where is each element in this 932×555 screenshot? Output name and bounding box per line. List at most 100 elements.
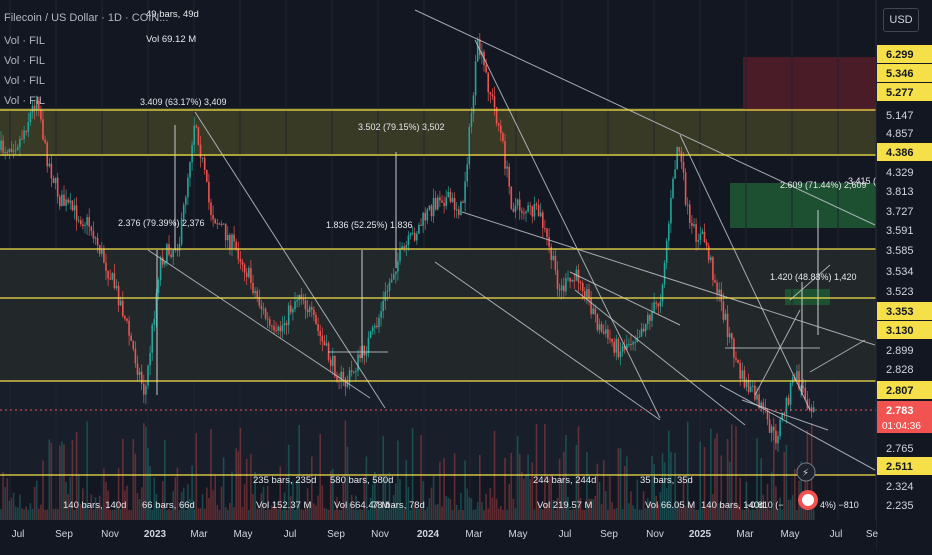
candle-body — [739, 362, 741, 379]
time-tick: Sep — [600, 529, 618, 540]
candle-body — [222, 223, 225, 225]
time-tick: 2024 — [417, 529, 440, 540]
vol-indicator-1[interactable]: Vol · FIL — [4, 35, 45, 47]
candle-body — [777, 436, 779, 444]
volume-bar — [197, 508, 200, 520]
candle-body — [359, 354, 361, 359]
volume-bar — [229, 502, 231, 520]
volume-bar — [405, 460, 408, 520]
candle-body — [214, 219, 216, 224]
candle-body — [321, 335, 324, 342]
time-tick: Jul — [559, 529, 572, 540]
price-tick: 3.534 — [886, 266, 914, 278]
price-tick: 2.765 — [886, 443, 914, 455]
volume-bar — [479, 454, 481, 520]
time-tick: May — [234, 529, 253, 540]
volume-bar — [743, 509, 746, 520]
candle-body — [8, 148, 11, 153]
candle-body — [197, 127, 200, 145]
volume-bar — [794, 469, 796, 520]
candle-body — [63, 194, 65, 206]
time-tick: Nov — [371, 529, 389, 540]
candle-body — [185, 197, 187, 205]
volume-bar — [531, 462, 534, 520]
candle-body — [279, 326, 282, 332]
candle-body — [506, 166, 508, 169]
volume-bar — [472, 509, 475, 520]
candle-body — [245, 272, 248, 277]
candle-body — [659, 301, 662, 307]
vol-indicator-2[interactable]: Vol · FIL — [4, 55, 45, 67]
volume-bar — [327, 509, 330, 520]
candle-body — [785, 397, 788, 414]
price-tick: 3.727 — [886, 206, 914, 218]
candle-body — [12, 150, 15, 152]
candle-body — [237, 248, 240, 260]
lightning-glyph: ⚡ — [802, 468, 809, 479]
candle-body — [302, 299, 305, 301]
bar-range-label: 35 bars, 35d — [640, 475, 693, 486]
symbol-title[interactable]: Filecoin / US Dollar · 1D · COIN... — [4, 12, 168, 24]
candle-body — [670, 197, 672, 224]
candle-body — [552, 255, 555, 261]
candle-body — [590, 297, 592, 315]
candle-body — [451, 197, 454, 202]
volume-bar — [754, 509, 756, 520]
candle-body — [714, 280, 716, 283]
candle-body — [598, 324, 601, 330]
volume-bar — [46, 509, 48, 520]
volume-bar — [227, 509, 229, 520]
candle-body — [227, 234, 229, 241]
candle-body — [535, 204, 538, 206]
volume-bar — [464, 460, 466, 520]
candle-body — [357, 354, 359, 372]
candle-body — [527, 205, 529, 212]
candle-body — [92, 230, 95, 239]
volume-bar — [636, 479, 639, 520]
volume-bar — [739, 477, 741, 520]
candle-body — [218, 223, 221, 225]
volume-bar — [216, 504, 219, 520]
volume-bar — [403, 509, 405, 520]
candle-body — [220, 224, 223, 225]
volume-bar — [23, 509, 25, 520]
measurement-label: 1.420 (48.83%) 1,420 — [770, 272, 857, 282]
volume-bar — [466, 488, 468, 520]
price-chart[interactable]: 3.409 (63.17%) 3,409 2.376 (79.39%) 2,376… — [0, 0, 932, 550]
volume-bar — [770, 471, 773, 520]
volume-bar — [199, 508, 202, 520]
volume-bar — [518, 453, 521, 520]
time-tick: May — [781, 529, 800, 540]
candle-body — [485, 65, 487, 73]
volume-bar — [73, 509, 76, 520]
candle-body — [716, 282, 718, 294]
currency-button[interactable]: USD — [883, 8, 919, 32]
volume-bar — [462, 509, 464, 520]
candle-body — [128, 320, 130, 336]
chart-root: 3.409 (63.17%) 3,409 2.376 (79.39%) 2,376… — [0, 0, 932, 550]
candle-body — [579, 282, 582, 284]
volume-bar — [607, 510, 609, 520]
price-tag: 3.353 — [886, 306, 914, 318]
candle-body — [210, 202, 212, 216]
volume-bar — [313, 503, 315, 520]
volume-bar — [103, 468, 105, 520]
candle-body — [275, 330, 277, 332]
candle-body — [653, 302, 655, 312]
volume-bar — [455, 504, 458, 520]
candle-body — [642, 328, 645, 332]
vol-indicator-3[interactable]: Vol · FIL — [4, 75, 45, 87]
vol-indicator-4[interactable]: Vol · FIL — [4, 95, 45, 107]
candle-body — [554, 255, 557, 271]
candle-body — [418, 224, 420, 234]
candle-body — [586, 289, 588, 297]
volume-bar — [69, 477, 72, 520]
volume-bar — [791, 495, 794, 520]
price-tag: 6.299 — [886, 49, 914, 61]
candle-body — [191, 144, 193, 163]
candle-body — [380, 311, 382, 318]
candle-body — [726, 313, 729, 338]
volume-bar — [138, 499, 141, 520]
volume-bar — [449, 498, 452, 520]
candle-body — [689, 204, 691, 223]
